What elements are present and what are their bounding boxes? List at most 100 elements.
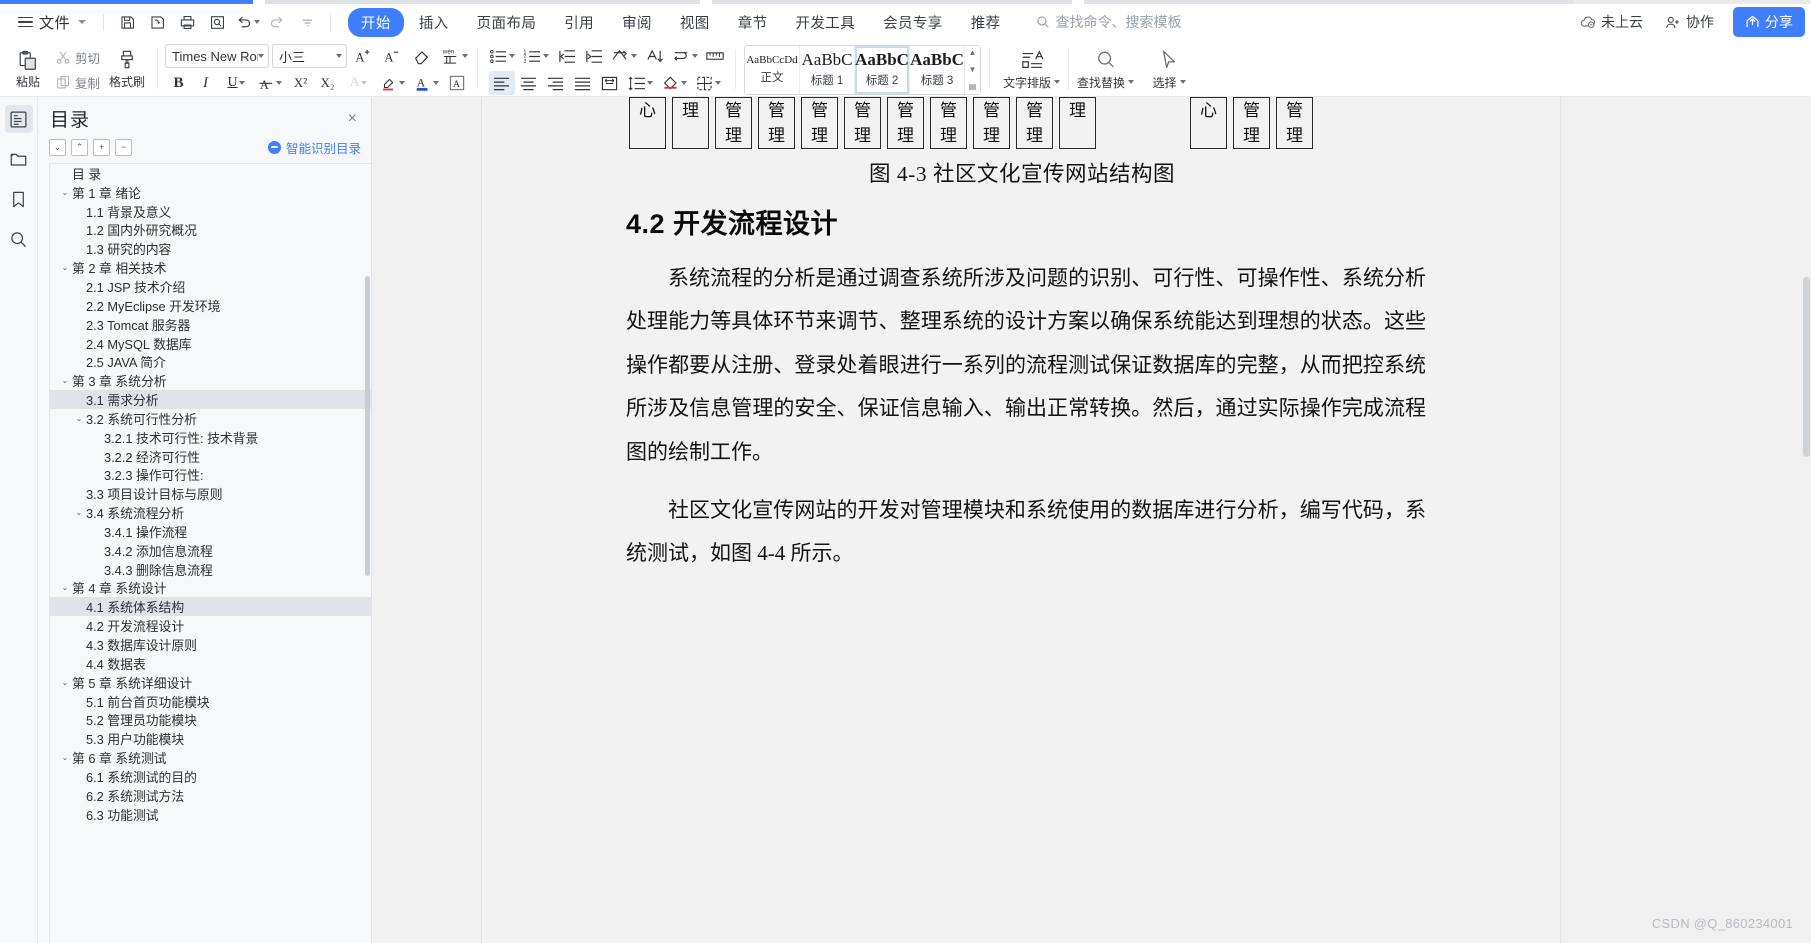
toc-item[interactable]: ⌄3.2.3 操作可行性: — [50, 466, 371, 485]
toc-item[interactable]: ⌄2.2 MyEclipse 开发环境 — [50, 296, 371, 315]
tab-review[interactable]: 审阅 — [609, 8, 665, 37]
chevron-down-icon[interactable]: ⌄ — [72, 414, 86, 423]
shading-button[interactable] — [658, 71, 691, 95]
increase-indent-button[interactable] — [580, 44, 606, 68]
show-hide-marks-button[interactable] — [607, 44, 640, 68]
paste-button[interactable]: 粘贴 — [5, 44, 51, 96]
sort-button[interactable] — [641, 44, 667, 68]
strikethrough-button[interactable]: A — [254, 71, 287, 95]
style-heading-3[interactable]: AaBbC 标题 3 — [910, 45, 966, 94]
save-as-icon[interactable] — [143, 9, 171, 35]
chevron-down-icon[interactable]: ⌄ — [58, 263, 72, 272]
redo-icon[interactable] — [263, 9, 291, 35]
toc-item[interactable]: ⌄3.2.1 技术可行性: 技术背景 — [50, 428, 371, 447]
clear-format-button[interactable] — [408, 44, 434, 68]
toc-item[interactable]: ⌄3.4.2 添加信息流程 — [50, 541, 371, 560]
tab-member-exclusive[interactable]: 会员专享 — [870, 8, 956, 37]
style-normal[interactable]: AaBbCcDd 正文 — [745, 45, 801, 94]
select-button[interactable]: 选择 — [1139, 44, 1199, 96]
collapse-up-button[interactable]: ⌃ — [71, 139, 88, 156]
toc-item[interactable]: ⌄5.1 前台首页功能模块 — [50, 692, 371, 711]
document-scrollbar-thumb[interactable] — [1803, 277, 1810, 457]
chevron-down-icon[interactable]: ⌄ — [58, 583, 72, 592]
collaborate-button[interactable]: 协作 — [1656, 8, 1723, 36]
print-preview-icon[interactable] — [203, 9, 231, 35]
chevron-down-icon[interactable]: ⌄ — [58, 753, 72, 762]
toc-item[interactable]: ⌄ 第 6 章 系统测试 — [50, 748, 371, 767]
toc-item[interactable]: ⌄6.2 系统测试方法 — [50, 786, 371, 805]
grow-font-button[interactable]: A — [350, 44, 376, 68]
italic-button[interactable]: I — [193, 71, 219, 95]
format-painter-button[interactable]: 格式刷 — [105, 44, 149, 96]
tab-references[interactable]: 引用 — [551, 8, 607, 37]
find-replace-button[interactable]: 查找替换 — [1072, 44, 1139, 96]
tab-page-layout[interactable]: 页面布局 — [464, 8, 550, 37]
toc-item[interactable]: ⌄3.4.3 删除信息流程 — [50, 560, 371, 579]
toc-item[interactable]: ⌄ 第 1 章 绪论 — [50, 183, 371, 202]
align-left-button[interactable] — [488, 71, 515, 95]
style-heading-1[interactable]: AaBbC 标题 1 — [800, 45, 856, 94]
toc-item[interactable]: ⌄5.2 管理员功能模块 — [50, 710, 371, 729]
toc-item[interactable]: ⌄ 第 2 章 相关技术 — [50, 258, 371, 277]
subscript-button[interactable]: X₂ — [315, 71, 341, 95]
toc-item[interactable]: ⌄5.3 用户功能模块 — [50, 729, 371, 748]
align-right-button[interactable] — [543, 71, 569, 95]
document-scrollbar-track[interactable] — [1802, 97, 1811, 943]
pinyin-guide-button[interactable]: wén — [437, 44, 470, 68]
save-icon[interactable] — [113, 9, 141, 35]
chevron-down-icon[interactable]: ⌄ — [58, 376, 72, 385]
superscript-button[interactable]: X² — [288, 71, 314, 95]
toc-rail-icon[interactable] — [4, 105, 33, 133]
bullet-list-button[interactable] — [485, 44, 518, 68]
toc-item[interactable]: ⌄2.1 JSP 技术介绍 — [50, 277, 371, 296]
decrease-indent-button[interactable] — [553, 44, 579, 68]
toc-item[interactable]: ⌄3.3 项目设计目标与原则 — [50, 484, 371, 503]
customize-qat-icon[interactable] — [293, 9, 321, 35]
text-layout-button[interactable]: 文字排版 — [998, 44, 1065, 96]
toc-item[interactable]: ⌄ 3.2 系统可行性分析 — [50, 409, 371, 428]
toc-item[interactable]: ⌄4.1 系统体系结构 — [50, 597, 371, 617]
toc-item[interactable]: ⌄1.3 研究的内容 — [50, 239, 371, 258]
character-border-button[interactable]: A — [444, 71, 470, 95]
tab-start[interactable]: 开始 — [348, 7, 404, 37]
chevron-down-icon[interactable]: ⌄ — [58, 188, 72, 197]
justify-button[interactable] — [570, 71, 596, 95]
toc-item[interactable]: ⌄1.2 国内外研究概况 — [50, 221, 371, 240]
toc-item[interactable]: ⌄ 第 5 章 系统详细设计 — [50, 673, 371, 692]
cloud-status-button[interactable]: 未上云 — [1571, 8, 1652, 36]
paragraph-layout-button[interactable] — [668, 44, 701, 68]
toc-item[interactable]: ⌄3.1 需求分析 — [50, 390, 371, 409]
styles-scroll-down-button[interactable]: ▼ — [969, 65, 977, 74]
bookmark-rail-icon[interactable] — [5, 185, 33, 213]
toc-item[interactable]: ⌄ 第 3 章 系统分析 — [50, 371, 371, 390]
borders-button[interactable] — [692, 71, 725, 95]
expand-all-button[interactable]: + — [93, 139, 110, 156]
file-menu-button[interactable]: 文件 — [10, 9, 94, 36]
styles-expand-button[interactable]: ▤ — [969, 82, 977, 91]
line-spacing-button[interactable] — [624, 71, 657, 95]
toc-item[interactable]: ⌄ 3.4 系统流程分析 — [50, 503, 371, 522]
smart-recognize-toc-button[interactable]: 智能识别目录 — [267, 138, 361, 157]
toc-item[interactable]: ⌄6.3 功能测试 — [50, 805, 371, 824]
toc-tree[interactable]: ⌄目 录⌄第 1 章 绪论⌄1.1 背景及意义⌄1.2 国内外研究概况⌄1.3 … — [49, 163, 371, 943]
bold-button[interactable]: B — [166, 71, 192, 95]
shrink-font-button[interactable]: A — [379, 44, 405, 68]
distribute-button[interactable] — [597, 71, 623, 95]
ruler-button[interactable] — [702, 44, 728, 68]
toc-item[interactable]: ⌄2.4 MySQL 数据库 — [50, 334, 371, 353]
toc-item[interactable]: ⌄4.2 开发流程设计 — [50, 616, 371, 635]
chevron-down-icon[interactable]: ⌄ — [58, 678, 72, 687]
toc-item[interactable]: ⌄2.3 Tomcat 服务器 — [50, 315, 371, 334]
tab-recommend[interactable]: 推荐 — [958, 8, 1014, 37]
close-icon[interactable]: × — [344, 109, 361, 129]
highlight-button[interactable] — [376, 71, 409, 95]
undo-icon[interactable] — [233, 9, 261, 35]
tab-insert[interactable]: 插入 — [406, 8, 462, 37]
print-icon[interactable] — [173, 9, 201, 35]
toc-item[interactable]: ⌄6.1 系统测试的目的 — [50, 767, 371, 786]
document-page[interactable]: 心理管理管理管理管理管理管理管理管理理心管理管理 图 4-3 社区文化宣传网站结… — [481, 97, 1561, 943]
styles-scroll-up-button[interactable]: ▲ — [969, 48, 977, 57]
command-search-input[interactable]: 查找命令、搜索模板 — [1036, 12, 1182, 32]
font-color-button[interactable]: A — [410, 71, 443, 95]
chevron-down-icon[interactable]: ⌄ — [72, 508, 86, 517]
